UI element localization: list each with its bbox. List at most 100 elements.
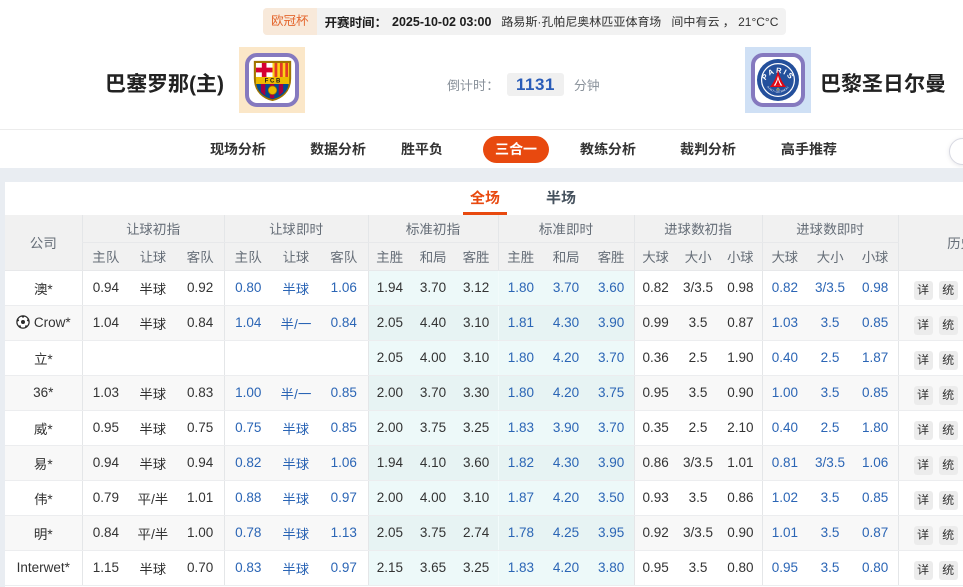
detail-button[interactable]: 详 (914, 526, 933, 545)
odds-cell: 0.82 (224, 445, 272, 480)
detail-button[interactable]: 详 (914, 316, 933, 335)
odds-cell: 2.00 (368, 480, 411, 515)
stats-button[interactable]: 统 (939, 491, 958, 510)
nav-tab-5[interactable]: 教练分析 (580, 136, 636, 163)
detail-button[interactable]: 详 (914, 281, 933, 300)
odds-cell: 1.94 (368, 270, 411, 305)
detail-button[interactable]: 详 (914, 421, 933, 440)
nav-tab-2[interactable]: 数据分析 (310, 136, 366, 163)
company-name[interactable]: 明* (5, 515, 82, 550)
league-badge[interactable]: 欧冠杯 (263, 8, 317, 35)
company-name[interactable]: 伟* (5, 480, 82, 515)
odds-cell: 1.04 (224, 305, 272, 340)
nav-tab-7[interactable]: 高手推荐 (781, 136, 837, 163)
stats-button[interactable]: 统 (939, 456, 958, 475)
odds-cell: 1.04 (82, 305, 129, 340)
odds-cell: 3.75 (411, 515, 454, 550)
odds-cell: 0.95 (634, 550, 677, 585)
detail-button[interactable]: 详 (914, 561, 933, 580)
odds-cell: 0.98 (853, 270, 898, 305)
odds-cell: 3/3.5 (807, 270, 852, 305)
subtab-label: 全场 (470, 190, 500, 207)
odds-cell: 半球 (129, 270, 176, 305)
odds-row-立: 立*2.054.003.101.804.203.700.362.51.900.4… (5, 340, 963, 375)
nav-tab-1[interactable]: 现场分析 (210, 136, 266, 163)
odds-cell: 1.87 (498, 480, 543, 515)
column-subheader: 主胜 (368, 242, 411, 270)
nav-tab-4[interactable]: 三合一 (483, 136, 549, 163)
odds-cell: 1.00 (762, 375, 807, 410)
stats-button[interactable]: 统 (939, 316, 958, 335)
odds-cell: 4.10 (411, 445, 454, 480)
odds-cell: 3.5 (677, 375, 720, 410)
stats-button[interactable]: 统 (939, 561, 958, 580)
company-name[interactable]: Interwet* (5, 550, 82, 585)
odds-cell: 3.30 (455, 375, 498, 410)
odds-cell: 4.20 (543, 375, 588, 410)
company-name[interactable]: Crow* (5, 305, 82, 340)
detail-button[interactable]: 详 (914, 456, 933, 475)
odds-cell: 3.80 (589, 550, 634, 585)
odds-cell: 0.97 (320, 480, 368, 515)
detail-button[interactable]: 详 (914, 386, 933, 405)
nav-tab-6[interactable]: 裁判分析 (680, 136, 736, 163)
odds-cell: 4.30 (543, 305, 588, 340)
history-actions: 详统 (898, 340, 963, 375)
odds-cell: 0.75 (224, 410, 272, 445)
odds-cell (82, 340, 129, 375)
stats-button[interactable]: 统 (939, 421, 958, 440)
detail-button[interactable]: 详 (914, 351, 933, 370)
odds-cell: 半球 (272, 480, 320, 515)
odds-cell: 3/3.5 (807, 445, 852, 480)
subtab-1[interactable]: 全场 (470, 189, 500, 209)
odds-cell: 3.95 (589, 515, 634, 550)
detail-button[interactable]: 详 (914, 491, 933, 510)
subtab-2[interactable]: 半场 (546, 189, 576, 209)
stats-button[interactable]: 统 (939, 281, 958, 300)
countdown: 倒计时： 1131 分钟 (447, 72, 600, 96)
odds-cell: 3.60 (589, 270, 634, 305)
odds-cell: 1.06 (853, 445, 898, 480)
odds-cell: 3.60 (455, 445, 498, 480)
company-name[interactable]: 36* (5, 375, 82, 410)
stats-button[interactable]: 统 (939, 526, 958, 545)
home-team-name: 巴塞罗那(主) (105, 72, 224, 97)
odds-cell: 0.87 (719, 305, 762, 340)
odds-cell: 3.10 (455, 305, 498, 340)
odds-cell: 1.02 (762, 480, 807, 515)
column-subheader: 客队 (177, 242, 224, 270)
column-subheader: 让球 (129, 242, 176, 270)
odds-cell: 3.5 (677, 480, 720, 515)
stats-button[interactable]: 统 (939, 386, 958, 405)
odds-cell: 1.82 (498, 445, 543, 480)
odds-cell: 0.84 (82, 515, 129, 550)
company-name[interactable]: 威* (5, 410, 82, 445)
countdown-value: 1131 (507, 73, 564, 96)
company-name[interactable]: 立* (5, 340, 82, 375)
company-label: Interwet* (17, 560, 70, 575)
column-header-history: 历史 (898, 215, 963, 270)
odds-cell: 3.5 (807, 480, 852, 515)
odds-cell: 0.86 (719, 480, 762, 515)
odds-cell: 2.05 (368, 515, 411, 550)
nav-tab-3[interactable]: 胜平负 (401, 136, 443, 163)
odds-cell: 0.86 (634, 445, 677, 480)
kickoff-label: 开赛时间： (325, 12, 388, 31)
odds-cell: 1.03 (82, 375, 129, 410)
odds-cell: 2.10 (719, 410, 762, 445)
company-name[interactable]: 易* (5, 445, 82, 480)
odds-cell: 0.92 (634, 515, 677, 550)
odds-cell: 2.00 (368, 410, 411, 445)
home-logo-frame: F C B (245, 53, 299, 107)
floating-widget-button[interactable] (949, 138, 963, 165)
odds-cell: 3.75 (589, 375, 634, 410)
odds-cell: 半球 (129, 375, 176, 410)
column-subheader: 客队 (320, 242, 368, 270)
odds-cell: 0.93 (634, 480, 677, 515)
odds-cell: 1.01 (177, 480, 224, 515)
stats-button[interactable]: 统 (939, 351, 958, 370)
odds-cell: 3.25 (455, 410, 498, 445)
kickoff-time: 2025-10-02 03:00 (392, 15, 491, 29)
company-name[interactable]: 澳* (5, 270, 82, 305)
odds-cell: 3.90 (589, 445, 634, 480)
